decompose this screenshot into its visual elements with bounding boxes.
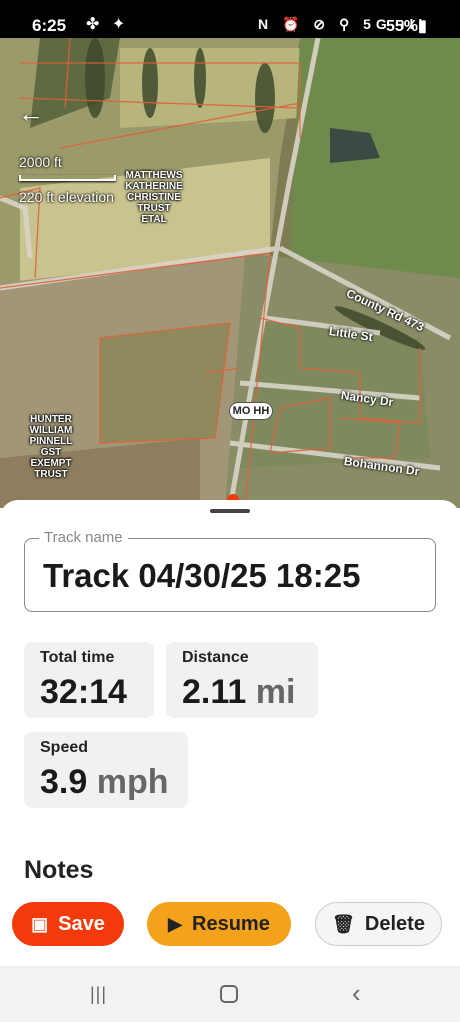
elevation-label: 220 ft elevation bbox=[19, 189, 114, 205]
delete-button[interactable]: 🗑 Delete bbox=[315, 902, 442, 946]
notification-icons: ✤ ✦ bbox=[86, 16, 130, 33]
trash-icon: 🗑 bbox=[332, 913, 355, 934]
total-time-card: Total time 32:14 bbox=[24, 642, 154, 718]
distance-value: 2.11 mi bbox=[182, 673, 296, 711]
notes-heading: Notes bbox=[24, 856, 94, 884]
scale-label: 2000 ft bbox=[19, 154, 62, 170]
track-name-field[interactable]: Track name Track 04/30/25 18:25 bbox=[24, 529, 436, 612]
home-icon[interactable] bbox=[220, 985, 238, 1003]
total-time-label: Total time bbox=[40, 649, 115, 666]
parcel-label: HUNTER WILLIAM PINNELL GST EXEMPT TRUST bbox=[29, 414, 73, 480]
calendar-save-icon: ▣ bbox=[31, 913, 49, 934]
back-nav-icon[interactable]: ‹ bbox=[352, 978, 361, 1009]
track-details-sheet: Track name Track 04/30/25 18:25 Total ti… bbox=[0, 500, 460, 966]
save-label: Save bbox=[58, 912, 105, 935]
scale-bar bbox=[19, 175, 116, 181]
system-nav-bar: ||| ‹ bbox=[0, 966, 460, 1022]
track-name-label: Track name bbox=[39, 529, 128, 546]
resume-label: Resume bbox=[192, 912, 270, 935]
distance-label: Distance bbox=[182, 649, 249, 666]
play-icon: ▶ bbox=[168, 913, 183, 934]
route-shield: MO HH bbox=[229, 402, 273, 420]
status-time: 6:25 bbox=[32, 16, 67, 35]
total-time-value: 32:14 bbox=[40, 673, 127, 711]
recents-icon[interactable]: ||| bbox=[90, 984, 107, 1005]
resume-button[interactable]: ▶ Resume bbox=[147, 902, 291, 946]
battery-indicator: 55%▮ bbox=[386, 18, 427, 35]
map-view[interactable]: ← 2000 ft 220 ft elevation MATTHEWS KATH… bbox=[0, 38, 460, 508]
save-button[interactable]: ▣ Save bbox=[12, 902, 124, 946]
arrow-left-icon: ← bbox=[18, 98, 44, 128]
speed-label: Speed bbox=[40, 739, 89, 756]
speed-card: Speed 3.9 mph bbox=[24, 732, 188, 808]
speed-unit: mph bbox=[96, 763, 169, 801]
parcel-label: MATTHEWS KATHERINE CHRISTINE TRUST ETAL bbox=[125, 170, 183, 225]
distance-card: Distance 2.11 mi bbox=[166, 642, 318, 718]
drag-handle[interactable] bbox=[210, 509, 250, 513]
delete-label: Delete bbox=[364, 912, 425, 935]
track-name-input[interactable]: Track 04/30/25 18:25 bbox=[43, 557, 360, 595]
distance-unit: mi bbox=[255, 673, 296, 711]
speed-value: 3.9 mph bbox=[40, 763, 169, 801]
back-button[interactable]: ← bbox=[18, 100, 52, 130]
